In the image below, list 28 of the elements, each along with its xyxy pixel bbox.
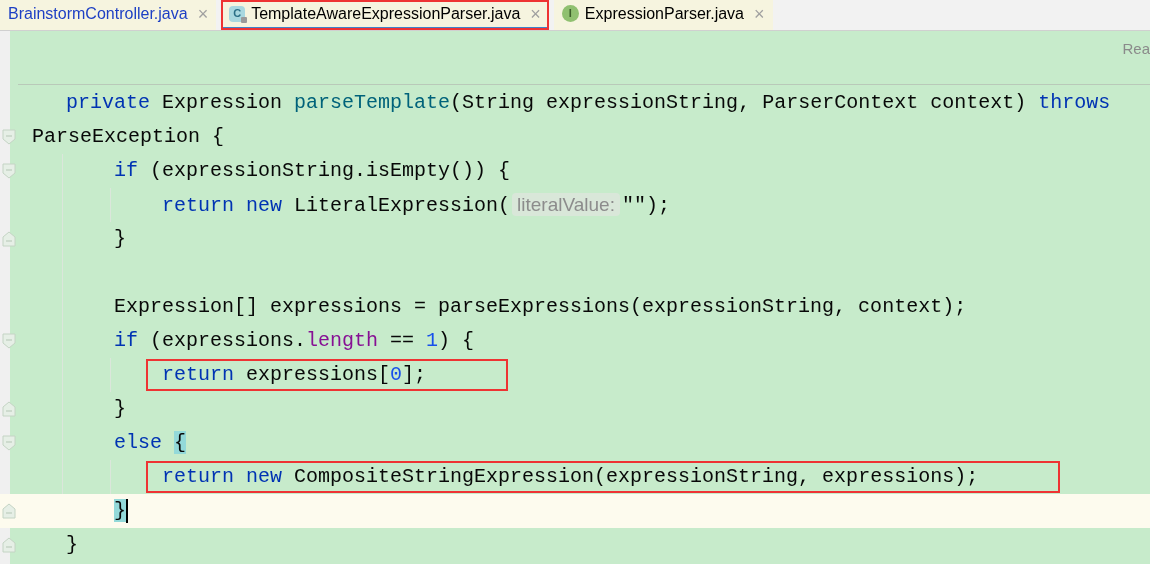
fold-icon[interactable] <box>2 163 16 179</box>
fold-icon[interactable] <box>2 401 16 417</box>
parameter-hint: literalValue: <box>512 192 620 216</box>
code-line: } <box>114 226 126 252</box>
fold-icon[interactable] <box>2 231 16 247</box>
fold-icon[interactable] <box>2 537 16 553</box>
code-line: ParseException { <box>32 124 225 150</box>
editor-tab[interactable]: C TemplateAwareExpressionParser.java × <box>221 0 549 30</box>
fold-icon[interactable] <box>2 435 16 451</box>
editor-tab[interactable]: I ExpressionParser.java × <box>553 0 773 30</box>
fold-icon[interactable] <box>2 503 16 519</box>
code-line: private Expression parseTemplate(String expressionString, ParserContext context) throws <box>66 90 1111 116</box>
code-line: else { <box>114 430 187 456</box>
code-line: return new LiteralExpression( literalValue: ""); <box>162 191 670 219</box>
fold-icon[interactable] <box>2 333 16 349</box>
interface-file-icon: I <box>561 5 579 22</box>
close-icon[interactable]: × <box>197 4 209 23</box>
code-line: Expression[] expressions = parseExpressions(expressionString, context); <box>114 294 967 320</box>
code-line: if (expressionString.isEmpty()) { <box>114 158 511 184</box>
reader-mode-text[interactable]: Rea <box>1122 38 1150 61</box>
close-icon[interactable]: × <box>530 4 541 23</box>
code-line: if (expressions.length == 1) { <box>114 328 475 354</box>
editor-tab[interactable]: BrainstormController.java × <box>0 0 217 30</box>
class-file-icon: C <box>229 5 246 22</box>
fold-icon[interactable] <box>2 129 16 145</box>
code-line: } <box>66 532 78 558</box>
close-icon[interactable]: × <box>754 4 765 23</box>
code-line: } <box>114 396 126 422</box>
